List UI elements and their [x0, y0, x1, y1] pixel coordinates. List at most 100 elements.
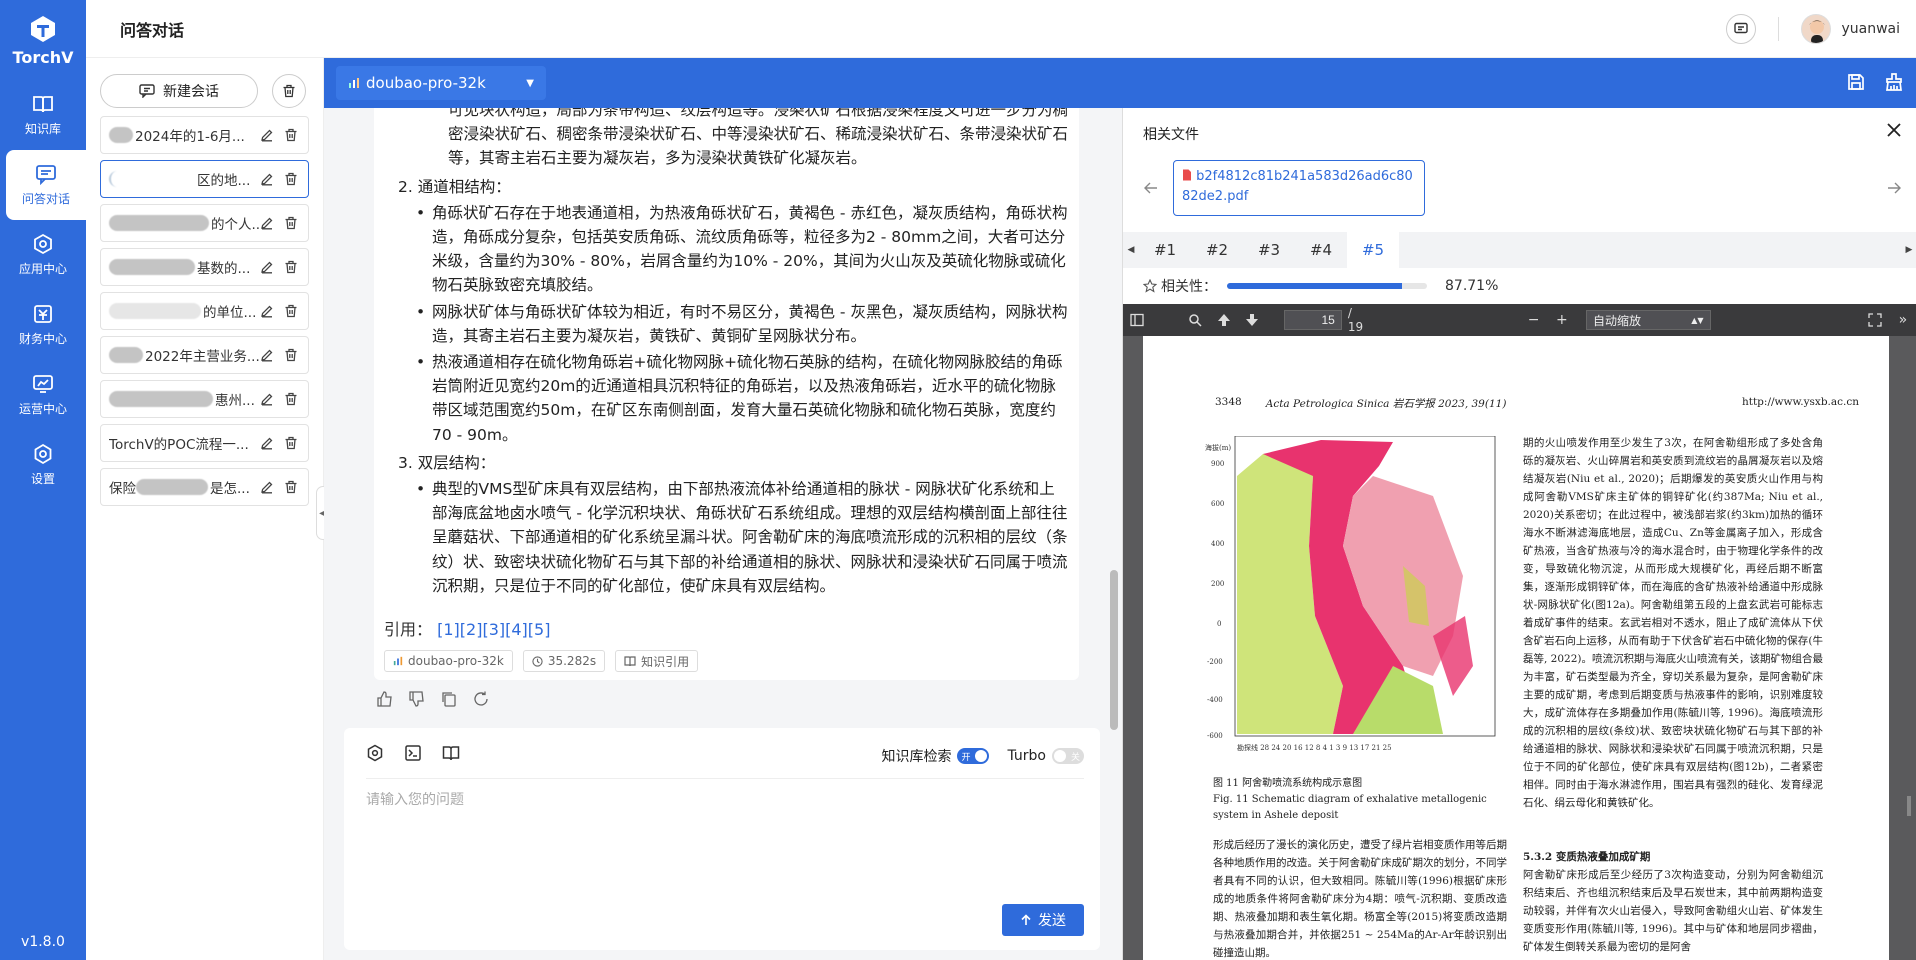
- clear-context-icon[interactable]: [1884, 72, 1904, 92]
- terminal-icon[interactable]: [404, 744, 422, 762]
- edit-icon[interactable]: [260, 172, 274, 186]
- thumbs-down-icon[interactable]: [408, 690, 426, 708]
- question-input[interactable]: [366, 792, 1066, 808]
- session-item[interactable]: TorchV的POC流程一...: [100, 424, 309, 462]
- edit-icon[interactable]: [260, 480, 274, 494]
- answer-list: 典型的VMS型矿床具有双层结构，由下部热液流体补给通道相的脉状 - 网脉状矿化系…: [416, 477, 1069, 598]
- svg-text:-600: -600: [1207, 732, 1223, 740]
- file-card[interactable]: b2f4812c81b241a583d26ad6c8082de2.pdf: [1173, 160, 1425, 216]
- copy-icon[interactable]: [440, 690, 458, 708]
- username[interactable]: yuanwai: [1841, 21, 1900, 37]
- clear-sessions-button[interactable]: [272, 74, 306, 108]
- edit-icon[interactable]: [260, 436, 274, 450]
- edit-icon[interactable]: [260, 216, 274, 230]
- pdf-file-icon: [1183, 169, 1191, 181]
- citation-link-3[interactable]: [3]: [482, 620, 505, 639]
- fullscreen-icon[interactable]: [1861, 313, 1889, 327]
- book-icon: [33, 96, 53, 113]
- gear-icon: [34, 443, 52, 465]
- top-bar: 问答对话 yuanwai: [86, 0, 1916, 58]
- sidebar-toggle-icon[interactable]: [1123, 313, 1151, 327]
- tab-chunk-1[interactable]: #1: [1139, 232, 1191, 268]
- edit-icon[interactable]: [260, 348, 274, 362]
- nav-item-app-center[interactable]: 应用中心: [0, 220, 86, 290]
- input-tools: [366, 744, 460, 762]
- session-item[interactable]: 基数的...: [100, 248, 309, 286]
- edit-icon[interactable]: [260, 128, 274, 142]
- new-session-button[interactable]: 新建会话: [100, 74, 258, 108]
- nav-item-knowledge-base[interactable]: 知识库: [0, 80, 86, 150]
- book-open-icon[interactable]: [442, 744, 460, 762]
- avatar[interactable]: [1801, 14, 1832, 44]
- trash-icon[interactable]: [284, 392, 298, 406]
- send-button[interactable]: 发送: [1002, 904, 1084, 936]
- chat-scrollbar[interactable]: [1110, 570, 1118, 730]
- nav-item-settings[interactable]: 设置: [0, 430, 86, 500]
- model-select[interactable]: doubao-pro-32k ▼: [336, 66, 546, 100]
- nav-item-finance[interactable]: 财务中心: [0, 290, 86, 360]
- trash-icon[interactable]: [284, 216, 298, 230]
- trash-icon[interactable]: [284, 480, 298, 494]
- relevance-fill: [1227, 283, 1403, 289]
- zoom-out-icon[interactable]: −: [1520, 312, 1548, 328]
- thumbs-up-icon[interactable]: [376, 690, 394, 708]
- trash-icon[interactable]: [284, 348, 298, 362]
- redacted-text: [109, 171, 195, 187]
- session-item[interactable]: 的单位...: [100, 292, 309, 330]
- tab-chunk-5[interactable]: #5: [1347, 232, 1399, 268]
- session-item[interactable]: 惠州...: [100, 380, 309, 418]
- tab-chunk-4[interactable]: #4: [1295, 232, 1347, 268]
- session-item[interactable]: 保险 是怎...: [100, 468, 309, 506]
- edit-icon[interactable]: [260, 392, 274, 406]
- next-page-icon[interactable]: [1238, 313, 1266, 327]
- nav-item-operations[interactable]: 运营中心: [0, 360, 86, 430]
- page-number-input[interactable]: [1283, 310, 1342, 330]
- time-tag: 35.282s: [522, 650, 606, 672]
- message-button[interactable]: [1726, 14, 1757, 44]
- edit-icon[interactable]: [260, 260, 274, 274]
- save-icon[interactable]: [1846, 72, 1866, 92]
- arrow-left-icon[interactable]: [1143, 180, 1159, 196]
- citation-link-2[interactable]: [2]: [460, 620, 483, 639]
- search-icon[interactable]: [1181, 313, 1209, 327]
- relevance-bar: [1227, 283, 1427, 289]
- session-item-active[interactable]: 区的地...: [100, 160, 309, 198]
- session-item[interactable]: 的个人...: [100, 204, 309, 242]
- session-item[interactable]: 2024年的1-6月...: [100, 116, 309, 154]
- svg-text:勘探线 28 24 20 16 12 8: 勘探线 28 24 20 16 12 8 4 1 3 9 13 17 21 25: [1237, 743, 1392, 752]
- pdf-scrollbar[interactable]: [1907, 796, 1911, 816]
- model-tag-label: doubao-pro-32k: [408, 654, 504, 668]
- trash-icon[interactable]: [284, 304, 298, 318]
- svg-text:0: 0: [1217, 620, 1221, 628]
- citation-link-1[interactable]: [1]: [437, 620, 460, 639]
- tab-chunk-3[interactable]: #3: [1243, 232, 1295, 268]
- trash-icon[interactable]: [284, 128, 298, 142]
- trash-icon[interactable]: [284, 172, 298, 186]
- arrow-up-icon: [1021, 914, 1031, 925]
- tab-scroll-left-icon[interactable]: ◀: [1123, 245, 1139, 255]
- arrow-right-icon[interactable]: [1886, 180, 1902, 196]
- prev-page-icon[interactable]: [1209, 313, 1237, 327]
- refresh-icon[interactable]: [472, 690, 490, 708]
- pdf-viewer[interactable]: 3348 Acta Petrologica Sinica 岩石学报 2023, …: [1123, 336, 1916, 960]
- nav-item-qa-chat[interactable]: 问答对话: [6, 150, 86, 220]
- kb-search-toggle[interactable]: 开: [957, 748, 990, 764]
- trash-icon[interactable]: [284, 260, 298, 274]
- zoom-select[interactable]: 自动缩放 ▲▼: [1585, 310, 1711, 330]
- close-icon[interactable]: [1886, 122, 1902, 138]
- turbo-toggle[interactable]: 关: [1052, 748, 1084, 764]
- tab-chunk-2[interactable]: #2: [1191, 232, 1243, 268]
- knowledge-ref-tag[interactable]: 知识引用: [615, 650, 699, 672]
- edit-icon[interactable]: [260, 304, 274, 318]
- pdf-right-column: 期的火山喷发作用至少发生了3次，在阿舍勒组形成了多处含角砾的凝灰岩、火山碎屑岩和…: [1523, 437, 1823, 809]
- session-item[interactable]: 2022年主营业务...: [100, 336, 309, 374]
- more-tools-icon[interactable]: »: [1889, 312, 1916, 328]
- tab-scroll-right-icon[interactable]: ▶: [1901, 245, 1916, 255]
- citation-link-5[interactable]: [5]: [528, 620, 551, 639]
- trash-icon: [283, 84, 295, 98]
- app-hexagon-icon[interactable]: [366, 744, 384, 762]
- trash-icon[interactable]: [284, 436, 298, 450]
- svg-text:400: 400: [1211, 540, 1224, 548]
- citation-link-4[interactable]: [4]: [505, 620, 528, 639]
- zoom-in-icon[interactable]: +: [1548, 312, 1576, 328]
